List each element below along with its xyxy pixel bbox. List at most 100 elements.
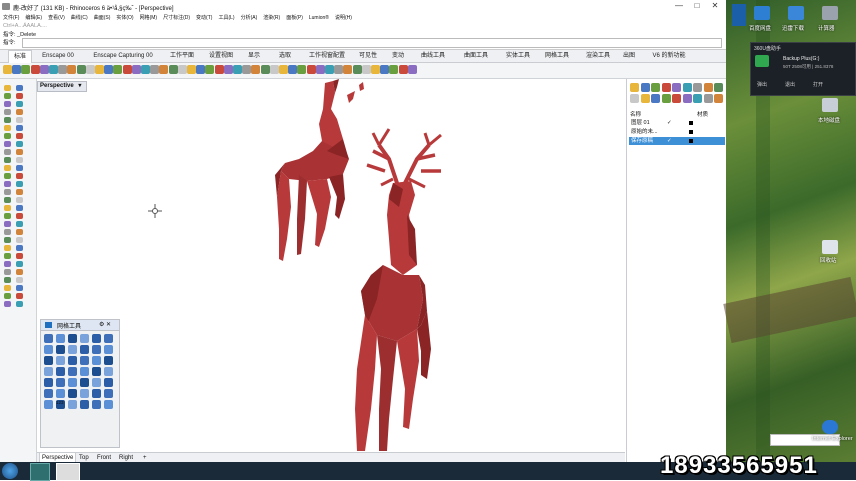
mesh-tool-icon[interactable] xyxy=(68,367,77,376)
tab-2[interactable]: Enscape Capturing 00 xyxy=(88,50,158,62)
left-tool-icon[interactable] xyxy=(16,237,23,243)
mesh-tool-icon[interactable] xyxy=(68,356,77,365)
left-tool-icon[interactable] xyxy=(16,197,23,203)
toolbar-tool-icon[interactable] xyxy=(150,65,160,74)
left-tool-icon[interactable] xyxy=(4,197,11,203)
layers-tool-icon[interactable] xyxy=(640,83,650,92)
menu-item[interactable]: 实体(O) xyxy=(116,13,133,23)
left-tool-icon[interactable] xyxy=(16,141,23,147)
left-tool-icon[interactable] xyxy=(4,101,11,107)
mesh-tool-icon[interactable] xyxy=(68,334,77,343)
left-tool-icon[interactable] xyxy=(16,269,23,275)
toolbar-tool-icon[interactable] xyxy=(205,65,215,74)
mesh-tool-icon[interactable] xyxy=(44,345,53,354)
tab-9[interactable]: 变动 xyxy=(388,50,408,62)
mesh-tool-icon[interactable] xyxy=(104,389,113,398)
tab-15[interactable]: 出图 xyxy=(620,50,638,62)
menu-item[interactable]: 分析(A) xyxy=(241,13,258,23)
toolbar-tool-icon[interactable] xyxy=(214,65,224,74)
left-tool-icon[interactable] xyxy=(16,205,23,211)
menu-item[interactable]: 文件(F) xyxy=(3,13,19,23)
mesh-tool-icon[interactable] xyxy=(92,389,101,398)
toolbar-tool-icon[interactable] xyxy=(58,65,68,74)
layers-tool-icon[interactable] xyxy=(682,83,692,92)
toolbar-tool-icon[interactable] xyxy=(95,65,104,74)
tab-3[interactable]: 工作平面 xyxy=(166,50,198,62)
layers-tool-icon[interactable] xyxy=(640,94,650,103)
mesh-tool-icon[interactable] xyxy=(56,356,65,365)
menu-item[interactable]: 面板(P) xyxy=(286,13,303,23)
left-tool-icon[interactable] xyxy=(16,189,23,195)
toolbar-tool-icon[interactable] xyxy=(398,65,408,74)
command-input[interactable] xyxy=(22,38,722,48)
menu-item[interactable]: 渲染(R) xyxy=(263,13,280,23)
left-tool-icon[interactable] xyxy=(4,253,11,259)
mesh-tool-icon[interactable] xyxy=(92,378,101,387)
menu-item[interactable]: 变动(T) xyxy=(196,13,212,23)
mesh-tool-icon[interactable] xyxy=(68,389,77,398)
left-tool-icon[interactable] xyxy=(16,293,23,299)
mesh-tool-icon[interactable] xyxy=(80,356,89,365)
menu-item[interactable]: Lumion® xyxy=(309,13,329,23)
toolbar-tool-icon[interactable] xyxy=(223,65,233,74)
mesh-tool-icon[interactable] xyxy=(104,400,113,409)
mesh-tool-icon[interactable] xyxy=(92,334,101,343)
left-tool-icon[interactable] xyxy=(4,269,11,275)
left-tool-icon[interactable] xyxy=(4,149,11,155)
tab-0[interactable]: 标准 xyxy=(8,50,32,63)
left-tool-icon[interactable] xyxy=(4,189,11,195)
layer-color-swatch[interactable] xyxy=(689,139,693,143)
mesh-tool-icon[interactable] xyxy=(44,389,53,398)
menu-item[interactable]: 编辑(E) xyxy=(25,13,42,23)
layer-row[interactable]: 原始的未... xyxy=(629,128,725,136)
toolbar-tool-icon[interactable] xyxy=(196,65,206,74)
left-tool-icon[interactable] xyxy=(4,181,11,187)
mesh-tool-icon[interactable] xyxy=(104,356,113,365)
viewport-dropdown-icon[interactable]: ▾ xyxy=(78,83,81,89)
left-tool-icon[interactable] xyxy=(16,213,23,219)
toolbar-tool-icon[interactable] xyxy=(352,65,362,74)
toolbar-tool-icon[interactable] xyxy=(315,65,325,74)
left-tool-icon[interactable] xyxy=(16,277,23,283)
toolbar-tool-icon[interactable] xyxy=(177,65,187,74)
toolbar-tool-icon[interactable] xyxy=(325,65,334,74)
left-tool-icon[interactable] xyxy=(4,165,11,171)
mesh-tool-icon[interactable] xyxy=(80,389,89,398)
left-tool-icon[interactable] xyxy=(4,245,11,251)
tab-6[interactable]: 选取 xyxy=(272,50,298,62)
tab-14[interactable]: 渲染工具 xyxy=(582,50,614,62)
internet-explorer-icon[interactable] xyxy=(822,420,838,434)
mesh-tool-icon[interactable] xyxy=(56,345,65,354)
notify-link[interactable]: 退出 xyxy=(785,81,795,88)
mesh-tool-icon[interactable] xyxy=(44,356,53,365)
left-tool-icon[interactable] xyxy=(16,181,23,187)
layers-tool-icon[interactable] xyxy=(630,83,639,92)
baidu-netdisk-icon[interactable] xyxy=(754,6,770,20)
left-tool-icon[interactable] xyxy=(16,221,23,227)
layers-tool-icon[interactable] xyxy=(703,83,713,92)
maximize-button[interactable]: □ xyxy=(688,1,706,11)
toolbar-tool-icon[interactable] xyxy=(269,65,279,74)
layer-check-icon[interactable]: ✓ xyxy=(667,137,672,145)
toolbar-tool-icon[interactable] xyxy=(21,65,31,74)
layers-tool-icon[interactable] xyxy=(672,94,681,103)
left-tool-icon[interactable] xyxy=(16,125,23,131)
left-tool-icon[interactable] xyxy=(4,213,11,219)
menu-item[interactable]: 曲线(C) xyxy=(71,13,88,23)
local-disk-icon[interactable] xyxy=(822,98,838,112)
mesh-tool-icon[interactable] xyxy=(68,345,77,354)
mesh-tool-icon[interactable] xyxy=(80,345,89,354)
layers-tool-icon[interactable] xyxy=(693,94,702,103)
mesh-tool-icon[interactable] xyxy=(80,400,89,409)
mesh-tool-icon[interactable] xyxy=(104,378,113,387)
left-tool-icon[interactable] xyxy=(16,109,23,115)
minimize-button[interactable]: — xyxy=(670,1,688,11)
menu-item[interactable]: 工具(L) xyxy=(218,13,234,23)
viewport-title-tab[interactable]: Perspective ▾ xyxy=(37,81,87,92)
mesh-tool-icon[interactable] xyxy=(44,334,53,343)
mesh-tool-icon[interactable] xyxy=(56,367,65,376)
tab-7[interactable]: 工作视窗配置 xyxy=(304,50,350,62)
tab-1[interactable]: Enscape 00 xyxy=(36,50,80,62)
toolbar-tool-icon[interactable] xyxy=(131,65,141,74)
mesh-tool-icon[interactable] xyxy=(80,334,89,343)
